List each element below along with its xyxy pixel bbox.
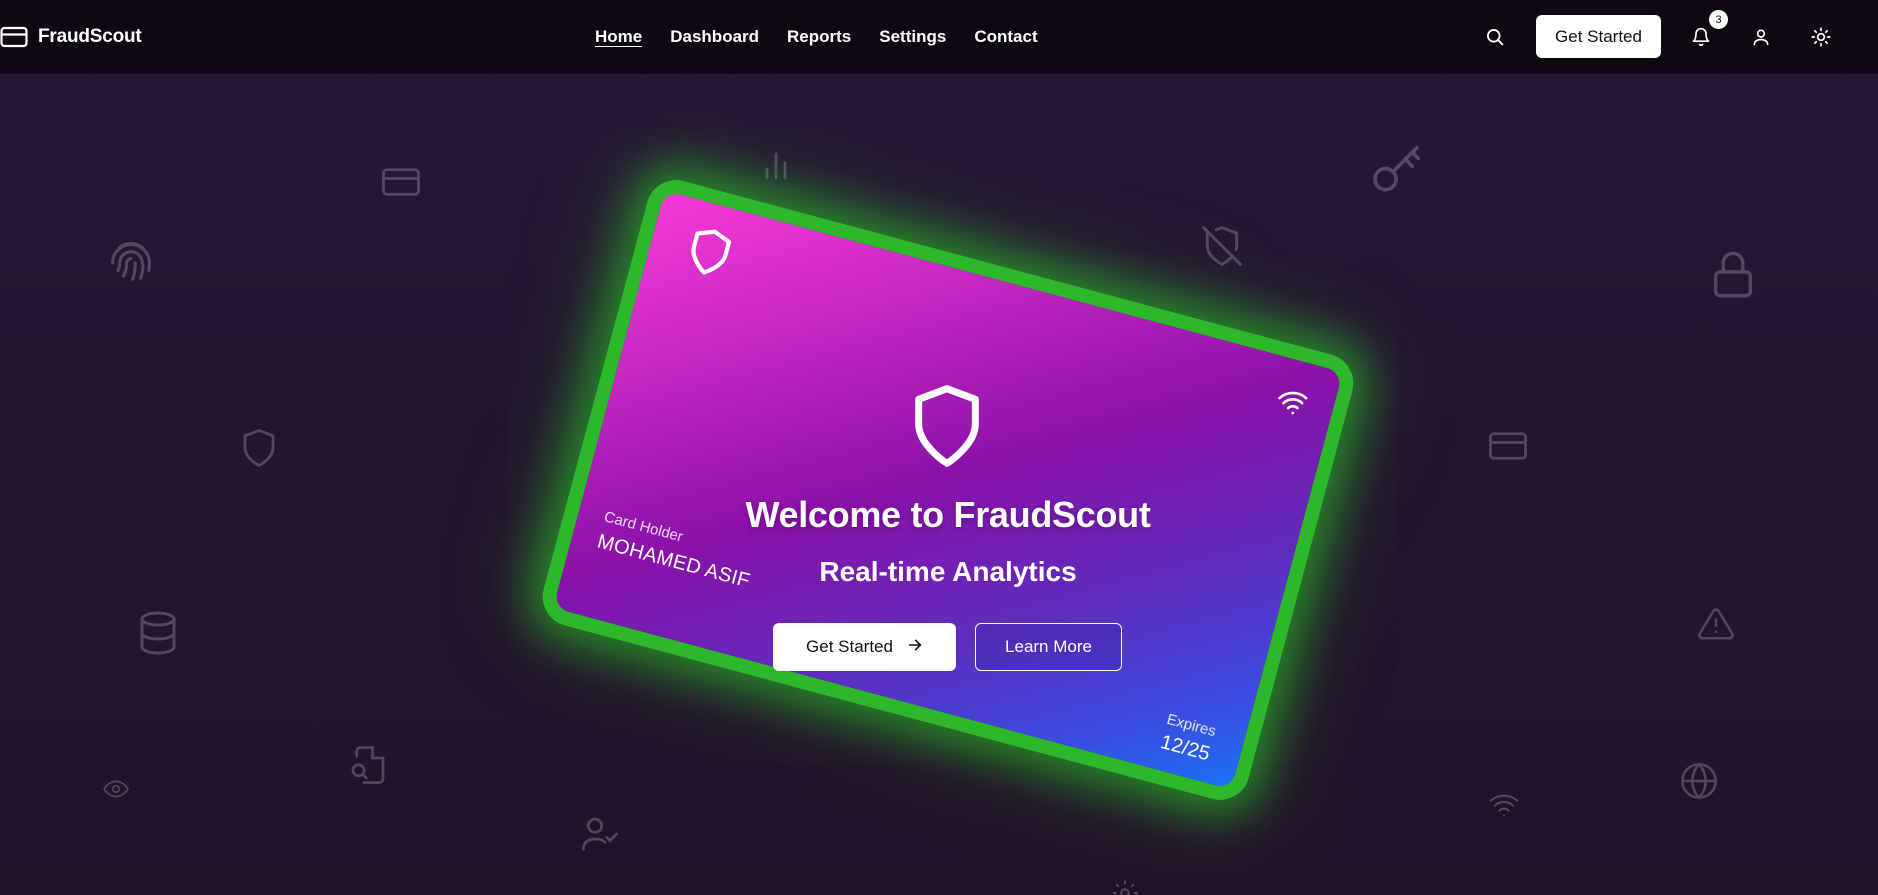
bell-icon[interactable] <box>1688 24 1714 50</box>
nav-link-home[interactable]: Home <box>595 26 642 48</box>
alert-triangle-icon <box>1696 605 1736 643</box>
database-icon <box>134 607 182 659</box>
nav-link-reports[interactable]: Reports <box>787 26 851 48</box>
brand[interactable]: FraudScout <box>0 24 142 50</box>
shield-icon <box>238 425 280 471</box>
hero-subtitle: Real-time Analytics <box>819 556 1077 587</box>
shield-off-icon <box>1200 222 1244 270</box>
user-check-icon <box>578 814 622 854</box>
credit-card-icon <box>0 24 28 50</box>
wifi-icon <box>1486 789 1522 821</box>
notification-badge: 3 <box>1709 10 1728 29</box>
hero-shield-icon <box>907 381 987 476</box>
hero-title: Welcome to FraudScout <box>745 494 1151 535</box>
wifi-icon <box>1275 386 1311 423</box>
card-expiry: Expires 12/25 <box>1158 711 1217 766</box>
search-icon[interactable] <box>1483 25 1507 49</box>
get-started-label: Get Started <box>806 637 893 656</box>
nav-link-contact[interactable]: Contact <box>974 26 1037 48</box>
eye-icon <box>100 776 132 802</box>
get-started-nav-button[interactable]: Get Started <box>1536 15 1661 58</box>
file-search-icon <box>348 743 390 787</box>
settings-icon <box>1110 878 1140 895</box>
learn-more-button[interactable]: Learn More <box>975 623 1122 671</box>
user-icon[interactable] <box>1748 24 1774 50</box>
credit-card-icon <box>380 164 422 200</box>
lock-icon <box>1707 247 1759 301</box>
globe-icon <box>1679 761 1719 801</box>
fingerprint-icon <box>105 237 157 289</box>
nav-link-settings[interactable]: Settings <box>879 26 946 48</box>
navbar: FraudScout Home Dashboard Reports Settin… <box>0 0 1878 75</box>
shield-icon <box>679 221 738 288</box>
get-started-button[interactable]: Get Started <box>773 623 956 671</box>
arrow-right-icon <box>907 637 923 658</box>
credit-card-icon <box>1487 428 1529 464</box>
sun-icon[interactable] <box>1808 24 1834 50</box>
nav-link-dashboard[interactable]: Dashboard <box>670 26 759 48</box>
key-icon <box>1367 143 1425 199</box>
main-nav: Home Dashboard Reports Settings Contact <box>595 26 1038 48</box>
brand-name: FraudScout <box>38 26 142 47</box>
bar-chart-icon <box>758 146 794 186</box>
